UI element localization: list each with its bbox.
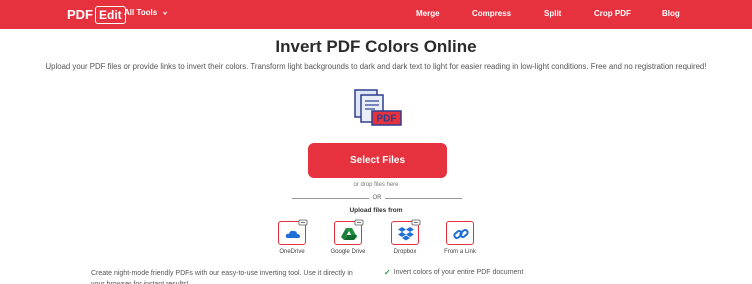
nav-split[interactable]: Split [544,9,561,18]
source-dropbox[interactable]: Dropbox [375,219,435,255]
pdf-illustration-label: PDF [377,114,397,125]
nav-crop-pdf[interactable]: Crop PDF [594,9,631,18]
lock-icon [411,219,421,226]
source-link[interactable]: From a Link [430,221,490,255]
source-label: Google Drive [330,249,366,255]
all-tools-label: All Tools [124,8,158,17]
or-label: OR [372,195,382,201]
nav-blog[interactable]: Blog [662,9,680,18]
logo[interactable]: PDF Edit [67,5,126,24]
source-label: Dropbox [393,249,417,255]
upload-from-label: Upload files from [349,207,403,214]
or-divider: OR [292,194,462,202]
lock-icon [298,219,308,226]
check-icon: ✓ [384,268,391,277]
page-subtitle: Upload your PDF files or provide links t… [45,62,707,71]
lock-icon [354,219,364,226]
pdf-documents-icon: PDF [354,89,402,126]
chevron-down-icon [163,11,168,15]
source-google-drive[interactable]: Google Drive [318,219,378,255]
source-label: OneDrive [279,249,305,255]
drop-files-hint: or drop files here [353,182,399,188]
divider-line-right [385,198,462,199]
tool-description: Create night-mode friendly PDFs with our… [91,270,353,284]
logo-box-text: Edit [95,5,126,24]
logo-text: PDF [67,7,93,22]
source-onedrive[interactable]: OneDrive [262,219,322,255]
nav-compress[interactable]: Compress [472,9,511,18]
nav-merge[interactable]: Merge [416,9,440,18]
google-drive-button[interactable] [334,219,364,245]
all-tools-menu[interactable]: All Tools [124,8,168,17]
select-files-button[interactable]: Select Files [308,143,447,178]
top-navigation-bar: PDF Edit All Tools Merge Compress Split … [0,0,752,29]
feature-item: ✓ Invert colors of your entire PDF docum… [384,268,523,277]
page-title: Invert PDF Colors Online [275,37,477,56]
source-label: From a Link [444,249,476,255]
onedrive-icon [285,230,300,238]
link-icon [453,229,469,239]
dropbox-button[interactable] [391,219,421,245]
from-link-button[interactable] [446,221,474,245]
google-drive-icon [341,228,357,240]
feature-text: Invert colors of your entire PDF documen… [393,269,524,276]
dropbox-icon [398,227,414,241]
onedrive-button[interactable] [278,219,308,245]
divider-line-left [292,198,369,199]
